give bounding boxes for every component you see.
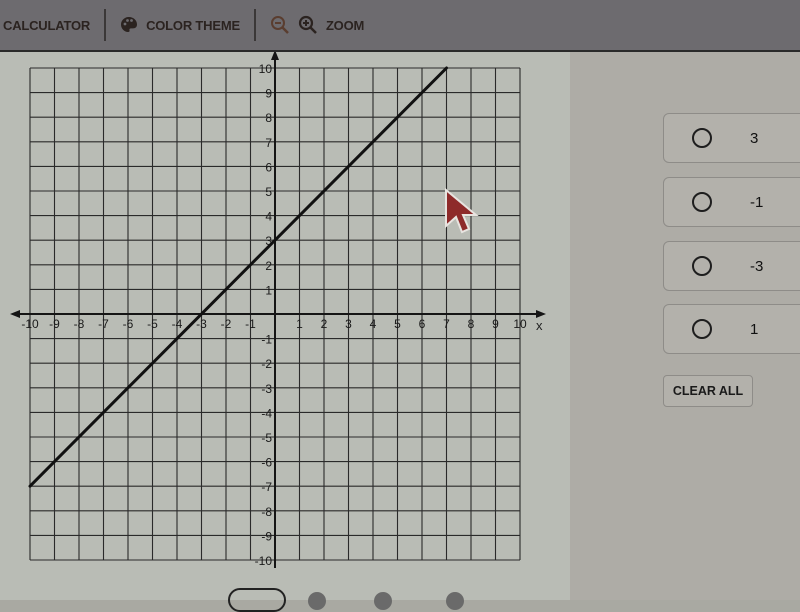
answer-option[interactable]: -1 bbox=[663, 177, 800, 227]
x-tick-label: 2 bbox=[321, 317, 328, 331]
plotted-line bbox=[28, 66, 448, 488]
x-tick-label: -1 bbox=[245, 317, 256, 331]
radio-button[interactable] bbox=[692, 319, 712, 339]
option-label: 3 bbox=[750, 129, 759, 147]
zoom-button[interactable]: ZOOM bbox=[298, 15, 364, 35]
calculator-label: CALCULATOR bbox=[3, 17, 91, 33]
nav-dot[interactable] bbox=[446, 592, 464, 610]
radio-button[interactable] bbox=[692, 256, 712, 276]
y-tick-label: -8 bbox=[261, 505, 272, 519]
x-tick-label: 7 bbox=[443, 317, 450, 331]
y-tick-label: -3 bbox=[261, 382, 272, 396]
y-tick-label: 5 bbox=[265, 185, 272, 199]
y-tick-label: -1 bbox=[261, 333, 272, 347]
y-tick-label: -9 bbox=[261, 529, 272, 543]
x-tick-label: -7 bbox=[98, 317, 109, 331]
y-axis-arrow-up bbox=[271, 52, 279, 60]
nav-dot[interactable] bbox=[374, 592, 392, 610]
x-tick-label: 6 bbox=[419, 317, 426, 331]
palette-icon bbox=[120, 16, 138, 34]
x-tick-label: 9 bbox=[492, 317, 499, 331]
nav-button[interactable] bbox=[228, 588, 286, 612]
y-tick-label: 7 bbox=[265, 136, 272, 150]
x-tick-label: 8 bbox=[468, 317, 475, 331]
x-axis-label: x bbox=[536, 318, 543, 333]
coordinate-plane[interactable]: x -10 -9 -8 -7 -6 -5 -4 -3 -2 -1 1 2 3 4 5 6 7 8 9 10 10 9 8 7 6… bbox=[0, 52, 570, 600]
x-tick-label: 1 bbox=[296, 317, 303, 331]
plotted-lines bbox=[28, 66, 448, 488]
x-axis-arrow-right bbox=[536, 310, 546, 318]
nav-dot[interactable] bbox=[308, 592, 326, 610]
graph-panel: x -10 -9 -8 -7 -6 -5 -4 -3 -2 -1 1 2 3 4 5 6 7 8 9 10 10 9 8 7 6… bbox=[0, 52, 570, 600]
toolbar-divider bbox=[253, 9, 256, 41]
x-tick-label: -2 bbox=[221, 317, 232, 331]
radio-button[interactable] bbox=[692, 192, 712, 212]
x-tick-label: 5 bbox=[394, 317, 401, 331]
x-tick-label: 3 bbox=[345, 317, 352, 331]
option-label: -1 bbox=[750, 193, 764, 211]
answer-option[interactable]: 3 bbox=[663, 113, 800, 163]
y-tick-label: -5 bbox=[261, 431, 272, 445]
x-tick-label: -6 bbox=[123, 317, 134, 331]
y-tick-label: 2 bbox=[265, 259, 272, 273]
axes: x bbox=[10, 52, 546, 568]
y-tick-label: -4 bbox=[261, 406, 272, 420]
x-tick-label: 4 bbox=[370, 317, 377, 331]
x-tick-label: -8 bbox=[74, 317, 85, 331]
clear-all-button[interactable]: CLEAR ALL bbox=[663, 375, 753, 407]
option-label: 1 bbox=[750, 320, 759, 338]
x-tick-label: -4 bbox=[172, 317, 183, 331]
y-tick-label: 10 bbox=[259, 62, 273, 76]
x-tick-label: -5 bbox=[147, 317, 158, 331]
y-tick-label: 4 bbox=[265, 210, 272, 224]
y-tick-label: 6 bbox=[265, 160, 272, 174]
calculator-button[interactable]: CALCULATOR bbox=[3, 18, 90, 33]
zoom-out-icon[interactable] bbox=[270, 15, 290, 35]
answer-option[interactable]: 1 bbox=[663, 304, 800, 354]
toolbar-divider bbox=[104, 9, 107, 41]
zoom-in-icon bbox=[298, 15, 318, 35]
toolbar: CALCULATOR COLOR THEME ZOOM bbox=[0, 0, 800, 52]
y-tick-label: 9 bbox=[265, 87, 272, 101]
mouse-cursor-icon bbox=[445, 188, 479, 234]
y-tick-label: -7 bbox=[261, 480, 272, 494]
y-tick-label: 1 bbox=[265, 283, 272, 297]
y-tick-label: -10 bbox=[255, 554, 273, 568]
radio-button[interactable] bbox=[692, 128, 712, 148]
y-tick-label: -2 bbox=[261, 357, 272, 371]
y-tick-label: 8 bbox=[265, 111, 272, 125]
x-tick-label: -10 bbox=[21, 317, 39, 331]
option-label: -3 bbox=[750, 257, 764, 275]
zoom-label: ZOOM bbox=[325, 17, 365, 33]
x-axis-arrow-left bbox=[10, 310, 20, 318]
x-tick-label: -9 bbox=[49, 317, 60, 331]
y-tick-label: -6 bbox=[261, 456, 272, 470]
color-theme-button[interactable]: COLOR THEME bbox=[120, 16, 240, 34]
color-theme-label: COLOR THEME bbox=[146, 17, 240, 33]
x-tick-label: 10 bbox=[513, 317, 527, 331]
answer-option[interactable]: -3 bbox=[663, 241, 800, 291]
